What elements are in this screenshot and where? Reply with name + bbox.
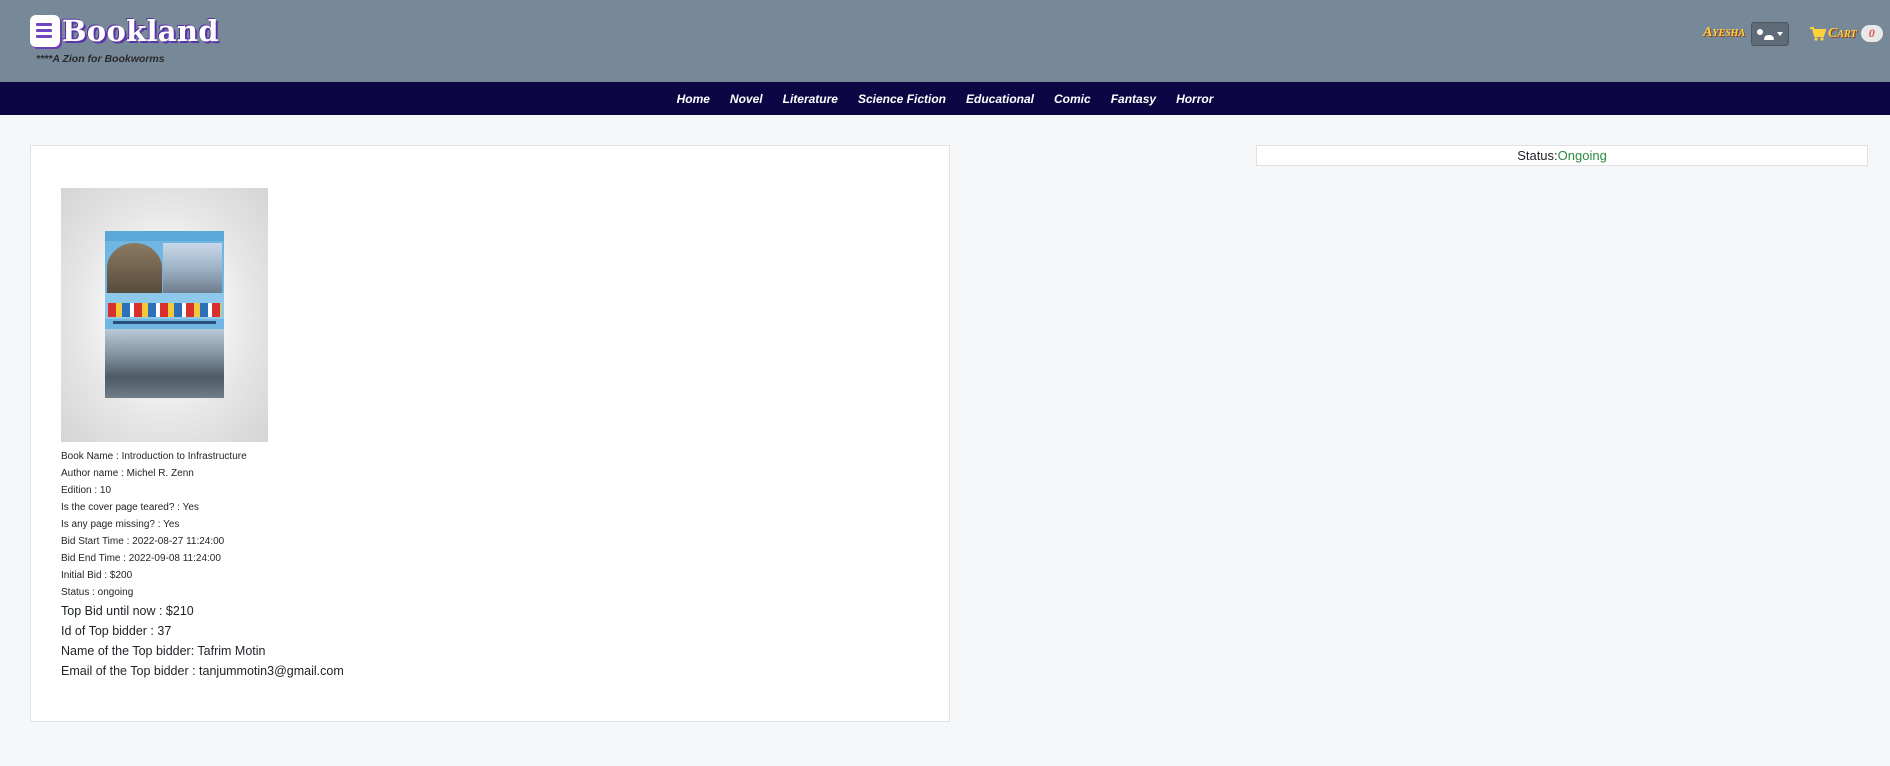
book-icon	[30, 15, 60, 47]
edition: Edition : 10	[61, 485, 112, 496]
cover-teared: Is the cover page teared? : Yes	[61, 502, 199, 513]
page-missing: Is any page missing? : Yes	[61, 519, 180, 530]
cart-link[interactable]: Cart 0	[1810, 25, 1883, 42]
top-header: Bookland ****A Zion for Bookworms Ayesha…	[0, 0, 1890, 82]
top-bidder-name: Name of the Top bidder: Tafrim Motin	[61, 644, 266, 658]
cart-icon	[1810, 26, 1826, 41]
brand-tagline: ****A Zion for Bookworms	[36, 53, 165, 65]
brand-logo[interactable]: Bookland	[30, 14, 219, 48]
nav-item-horror[interactable]: Horror	[1176, 92, 1213, 106]
author-name: Author name : Michel R. Zenn	[61, 468, 194, 479]
cart-count-badge: 0	[1860, 25, 1883, 42]
nav-item-fantasy[interactable]: Fantasy	[1111, 92, 1156, 106]
cart-label: Cart	[1828, 25, 1857, 41]
user-menu-button[interactable]	[1751, 22, 1789, 46]
bid-end-time: Bid End Time : 2022-09-08 11:24:00	[61, 553, 221, 564]
nav-item-comic[interactable]: Comic	[1054, 92, 1091, 106]
category-nav: Home Novel Literature Science Fiction Ed…	[0, 82, 1890, 115]
bid-status: Status : ongoing	[61, 587, 134, 598]
status-label: Status:	[1517, 148, 1558, 163]
book-name: Book Name : Introduction to Infrastructu…	[61, 451, 247, 462]
book-details: Book Name : Introduction to Infrastructu…	[61, 448, 344, 681]
nav-item-educational[interactable]: Educational	[966, 92, 1034, 106]
status-panel: Status:Ongoing	[1256, 145, 1868, 166]
status-value: Ongoing	[1557, 148, 1607, 163]
user-icon	[1757, 29, 1763, 35]
nav-item-science-fiction[interactable]: Science Fiction	[858, 92, 946, 106]
user-name[interactable]: Ayesha	[1703, 25, 1745, 41]
book-cover-image	[105, 231, 224, 398]
top-bidder-id: Id of Top bidder : 37	[61, 624, 172, 638]
nav-item-literature[interactable]: Literature	[783, 92, 838, 106]
book-details-card: Book Name : Introduction to Infrastructu…	[30, 145, 950, 722]
brand-name: Bookland	[62, 14, 219, 48]
top-bid: Top Bid until now : $210	[61, 604, 194, 618]
nav-item-novel[interactable]: Novel	[730, 92, 763, 106]
book-cover-frame	[61, 188, 268, 442]
bid-start-time: Bid Start Time : 2022-08-27 11:24:00	[61, 536, 225, 547]
nav-item-home[interactable]: Home	[677, 92, 710, 106]
initial-bid: Initial Bid : $200	[61, 570, 133, 581]
chevron-down-icon	[1777, 32, 1783, 36]
top-bidder-email: Email of the Top bidder : tanjummotin3@g…	[61, 664, 344, 678]
